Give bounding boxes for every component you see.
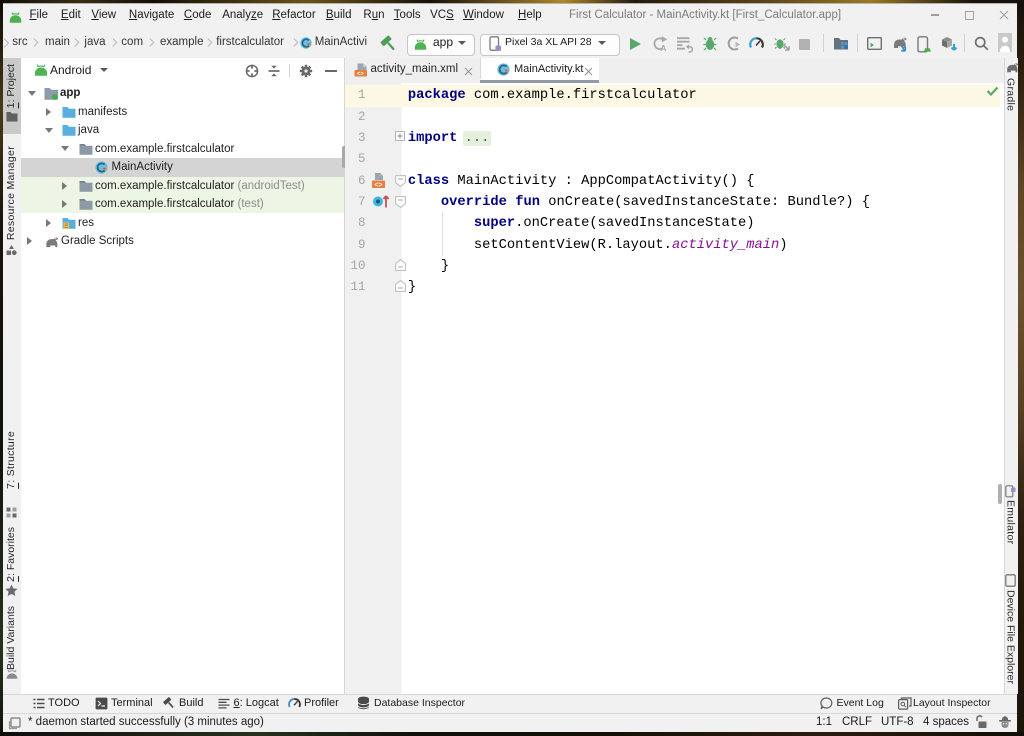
svg-text:<>: <> <box>357 70 365 77</box>
svg-text:A: A <box>660 43 666 52</box>
svg-text:<>: <> <box>374 182 382 189</box>
